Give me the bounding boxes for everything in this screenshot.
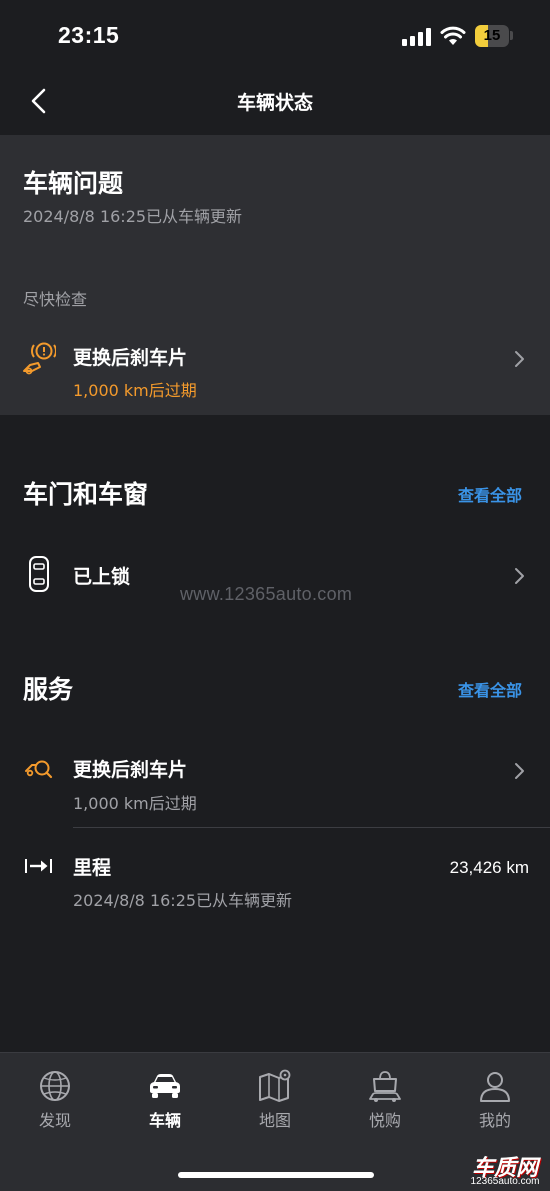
- service-view-all-link[interactable]: 查看全部: [458, 677, 522, 701]
- service-title: 服务: [23, 675, 74, 704]
- nav-tab-vehicle[interactable]: 车辆: [110, 1069, 220, 1131]
- car-lock-icon: [29, 556, 49, 592]
- profile-icon: [480, 1072, 510, 1102]
- brake-service-icon: [25, 760, 53, 779]
- issue-item-rear-brake[interactable]: 更换后刹车片 1,000 km后过期: [0, 325, 550, 405]
- service-item-detail: 1,000 km后过期: [73, 794, 197, 813]
- nav-label: 车辆: [148, 1111, 181, 1130]
- issue-item-detail: 1,000 km后过期: [73, 381, 197, 400]
- car-icon: [150, 1074, 180, 1098]
- mileage-updated: 2024/8/8 16:25已从车辆更新: [73, 891, 293, 910]
- door-lock-status: 已上锁: [73, 566, 131, 588]
- doors-windows-title: 车门和车窗: [23, 480, 149, 509]
- service-item-rear-brake[interactable]: 更换后刹车片 1,000 km后过期: [0, 740, 550, 820]
- mileage-item: 里程 2024/8/8 16:25已从车辆更新 23,426 km: [0, 840, 550, 920]
- nav-label: 地图: [258, 1111, 291, 1130]
- signal-icon: [402, 28, 432, 46]
- chevron-right-icon: [515, 351, 524, 367]
- doors-view-all-link[interactable]: 查看全部: [458, 482, 522, 506]
- battery-level: 15: [483, 27, 501, 44]
- nav-tab-shop[interactable]: 悦购: [330, 1069, 440, 1131]
- battery-nub: [510, 31, 513, 40]
- brand-logo: 车质网 12365auto.com: [462, 1150, 548, 1190]
- home-indicator[interactable]: [178, 1172, 374, 1178]
- service-item-title: 更换后刹车片: [73, 759, 188, 781]
- issue-item-title: 更换后刹车片: [73, 347, 188, 369]
- nav-tab-profile[interactable]: 我的: [440, 1069, 550, 1131]
- mileage-title: 里程: [73, 857, 112, 879]
- globe-icon: [40, 1071, 70, 1101]
- page-title: 车辆状态: [236, 92, 313, 114]
- nav-tab-map[interactable]: 地图: [220, 1069, 330, 1131]
- brake-warning-icon: [23, 342, 56, 375]
- status-time: 23:15: [58, 22, 120, 48]
- vehicle-issues-updated: 2024/8/8 16:25已从车辆更新: [23, 207, 243, 226]
- map-icon: [259, 1069, 291, 1102]
- brand-url: 12365auto.com: [470, 1176, 540, 1187]
- wifi-icon: [440, 26, 466, 45]
- shopping-bag-icon: [369, 1071, 401, 1102]
- mileage-value: 23,426 km: [449, 858, 529, 877]
- nav-label: 发现: [38, 1111, 71, 1130]
- battery-icon: 15: [475, 25, 509, 47]
- chevron-right-icon: [515, 763, 524, 779]
- check-soon-label: 尽快检查: [23, 290, 88, 309]
- vehicle-issues-title: 车辆问题: [23, 169, 124, 198]
- watermark-text: www.12365auto.com: [180, 584, 353, 604]
- nav-label: 我的: [478, 1111, 511, 1130]
- odometer-icon: [25, 859, 52, 873]
- chevron-right-icon: [515, 568, 524, 584]
- nav-tab-discover[interactable]: 发现: [0, 1069, 110, 1131]
- nav-label: 悦购: [368, 1111, 401, 1130]
- list-divider: [73, 827, 550, 828]
